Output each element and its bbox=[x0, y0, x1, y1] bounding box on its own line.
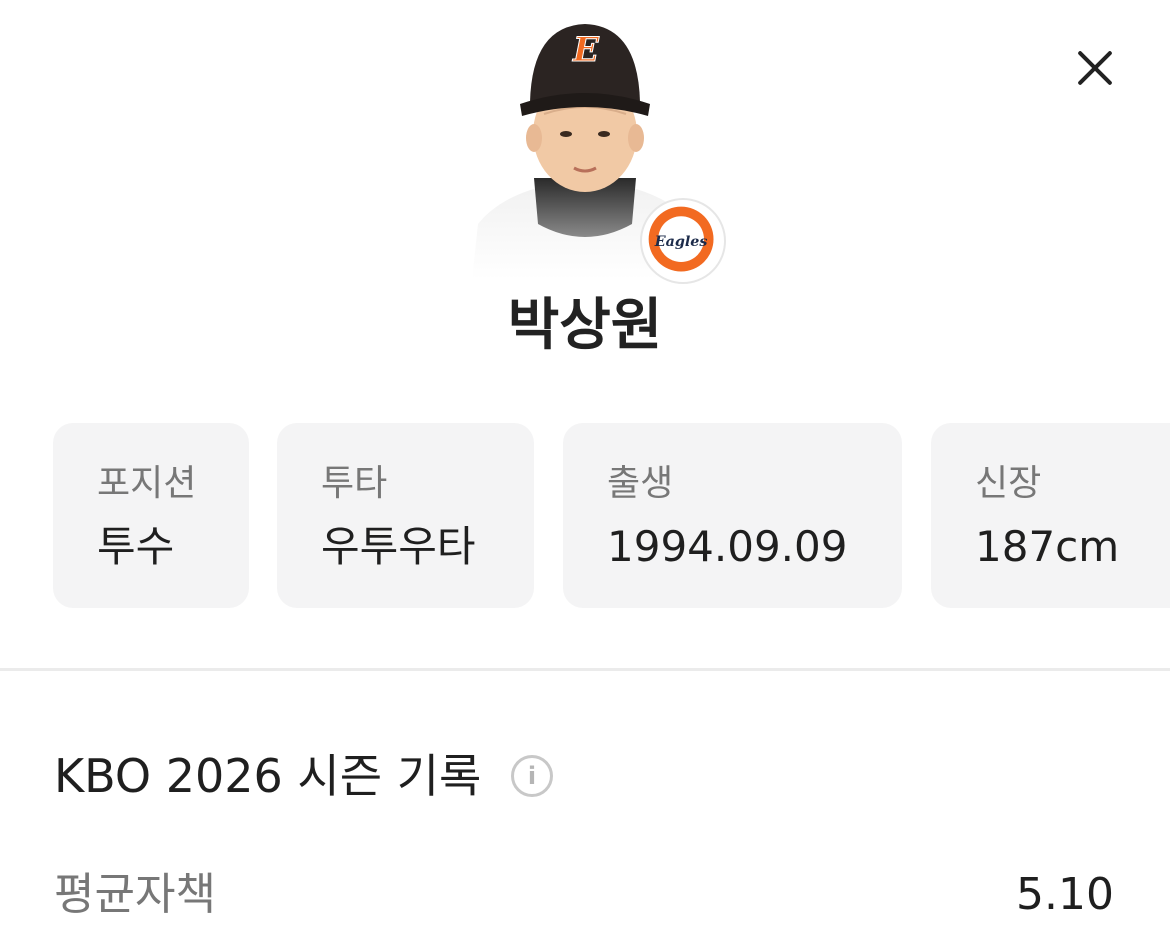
team-logo-badge: Eagles bbox=[640, 198, 726, 284]
profile-card-label: 신장 bbox=[975, 463, 1042, 504]
info-icon[interactable]: i bbox=[511, 755, 553, 797]
profile-card-birth: 출생 1994.09.09 bbox=[563, 423, 902, 608]
profile-card-value: 1994.09.09 bbox=[607, 522, 848, 571]
cap-logo-icon: E bbox=[572, 30, 601, 69]
profile-card-label: 출생 bbox=[607, 463, 674, 504]
player-detail-sheet: E Eagles 박상원 포지션 투수 투타 우투우타 출생 1994.09.0… bbox=[0, 0, 1170, 943]
team-logo-text: Eagles bbox=[654, 234, 708, 250]
season-stats-title: KBO 2026 시즌 기록 bbox=[54, 749, 482, 803]
eagles-logo-icon: Eagles bbox=[648, 206, 714, 272]
profile-card-value: 187cm bbox=[975, 522, 1120, 571]
close-icon[interactable] bbox=[1068, 42, 1120, 94]
cap-letter: E bbox=[572, 30, 600, 68]
profile-card-label: 포지션 bbox=[97, 463, 197, 504]
section-divider bbox=[0, 668, 1170, 671]
profile-card-position: 포지션 투수 bbox=[53, 423, 249, 608]
profile-card-bats-throws: 투타 우투우타 bbox=[277, 423, 534, 608]
profile-card-value: 투수 bbox=[97, 522, 175, 571]
stat-label-era: 평균자책 bbox=[54, 869, 216, 920]
profile-card-label: 투타 bbox=[321, 463, 388, 504]
stat-value-era: 5.10 bbox=[1016, 869, 1114, 920]
player-name: 박상원 bbox=[507, 293, 663, 358]
profile-card-height: 신장 187cm bbox=[931, 423, 1170, 608]
profile-card-value: 우투우타 bbox=[321, 522, 476, 571]
